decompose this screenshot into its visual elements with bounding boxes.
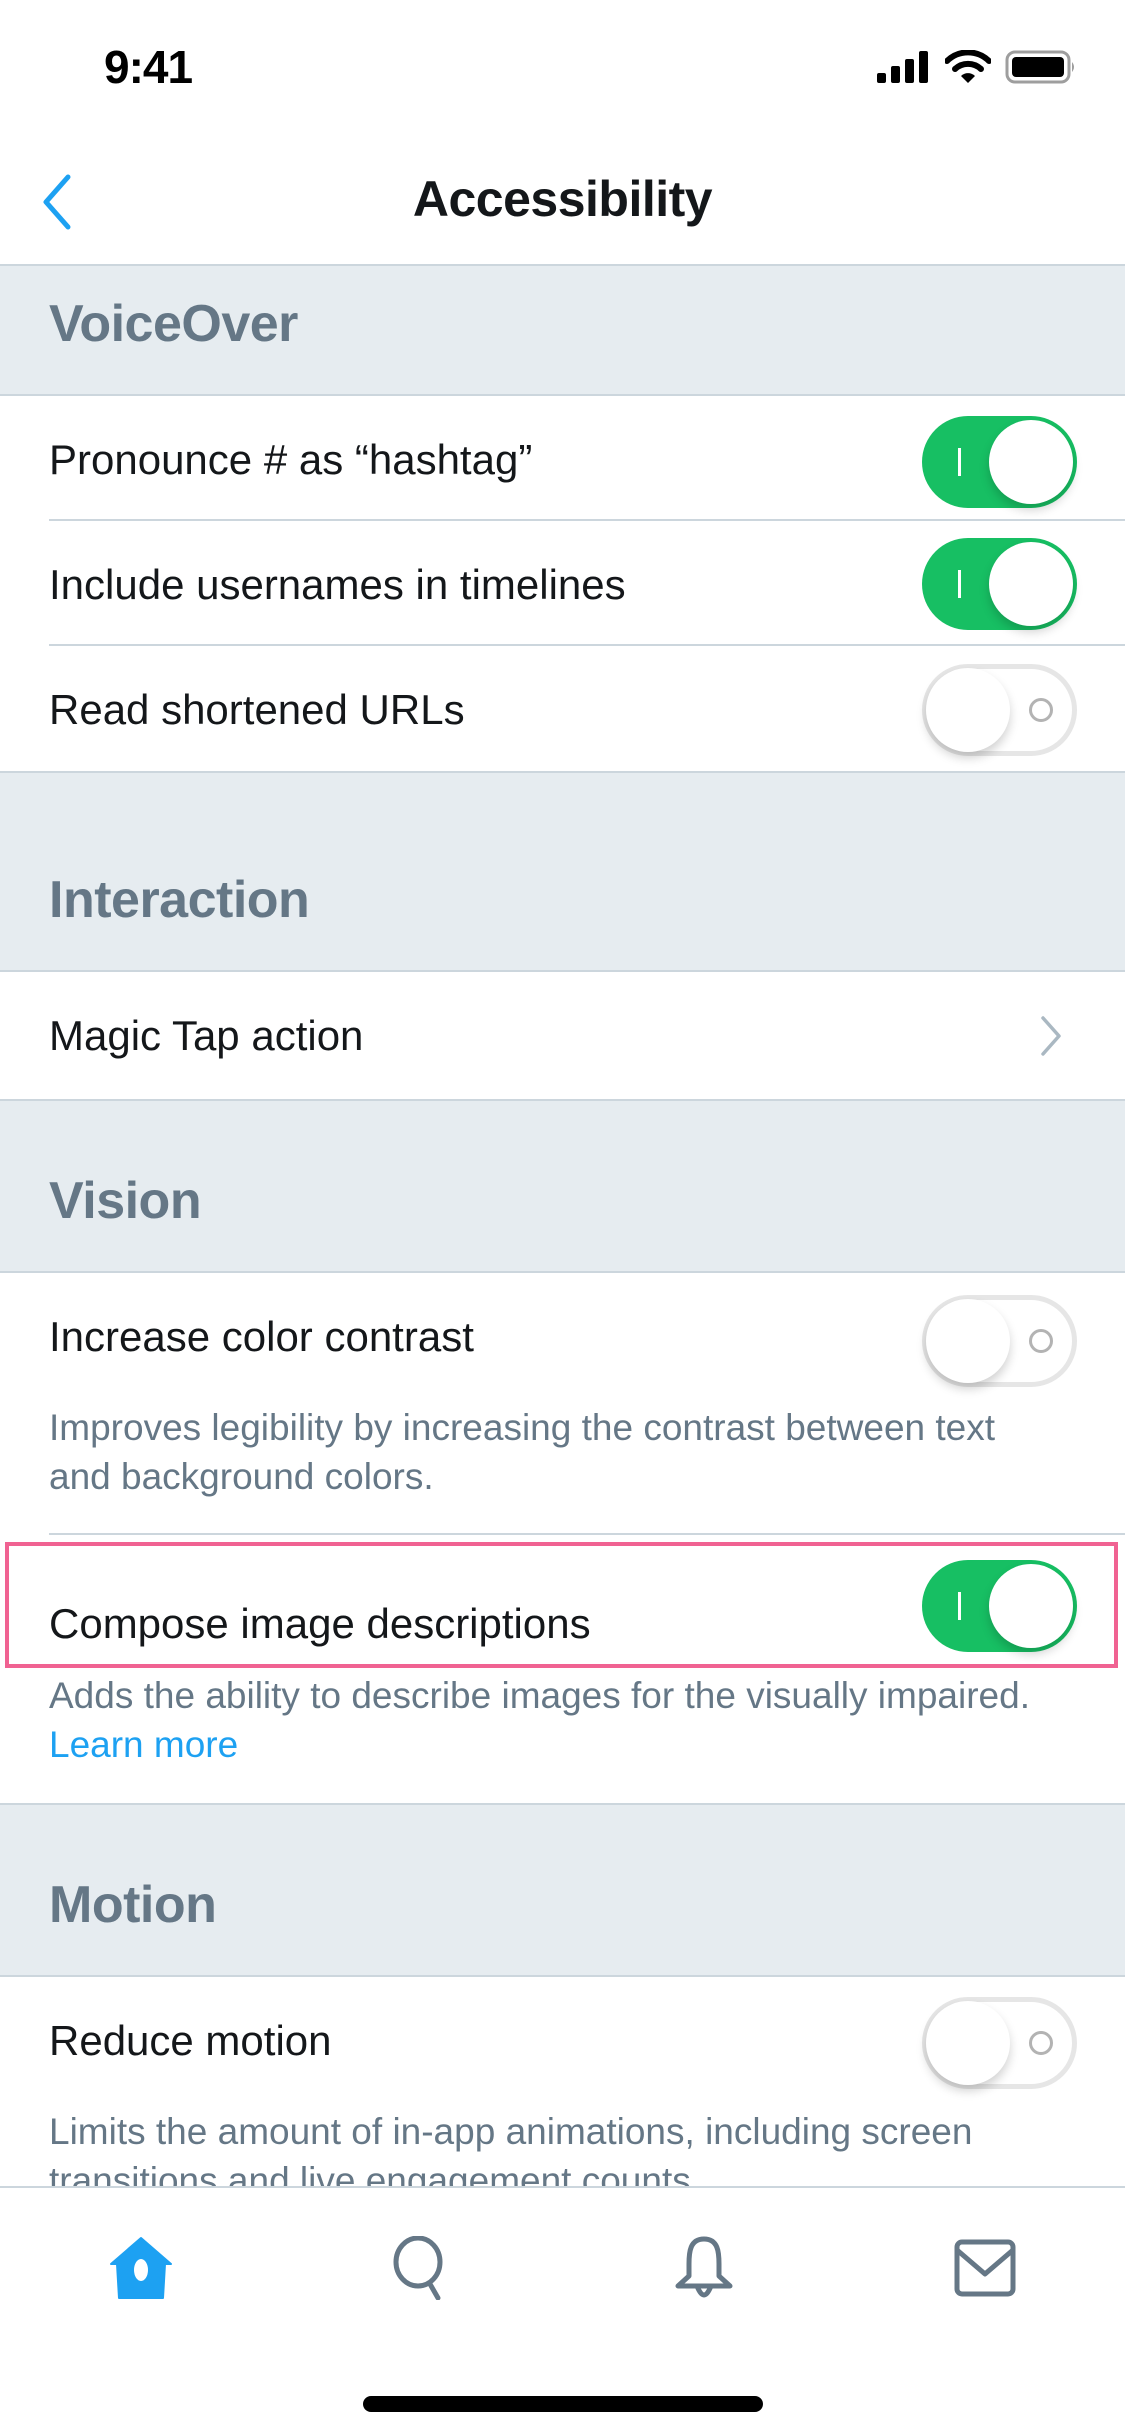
toggle-knob (926, 1299, 1010, 1383)
row-label: Include usernames in timelines (49, 561, 626, 608)
section-title: Motion (49, 1876, 217, 1934)
home-icon (110, 2237, 172, 2299)
row-label: Increase color contrast (49, 1313, 474, 1360)
learn-more-link[interactable]: Learn more (49, 1724, 238, 1765)
status-time: 9:41 (104, 41, 193, 93)
pronounce-hashtag-toggle[interactable] (922, 416, 1077, 508)
row-label: Read shortened URLs (49, 686, 465, 733)
section-title: VoiceOver (49, 295, 298, 353)
wifi-icon (945, 50, 991, 83)
home-indicator (363, 2396, 763, 2412)
toggle-knob (926, 668, 1010, 752)
toggle-on-indicator (958, 570, 961, 598)
tab-search[interactable] (382, 2228, 462, 2308)
toggle-knob (989, 420, 1073, 504)
reduce-motion-toggle[interactable] (922, 1997, 1077, 2089)
toggle-knob (926, 2001, 1010, 2085)
toggle-knob (989, 542, 1073, 626)
section-title: Vision (49, 1172, 202, 1230)
row-include-usernames: Include usernames in timelines (0, 521, 1125, 646)
row-magic-tap-action[interactable]: Magic Tap action (0, 972, 1125, 1099)
increase-color-contrast-toggle[interactable] (922, 1295, 1077, 1387)
mail-icon (954, 2239, 1016, 2297)
row-label: Pronounce # as “hashtag” (49, 436, 533, 483)
tab-messages[interactable] (945, 2228, 1025, 2308)
battery-icon (1005, 50, 1074, 84)
highlight-box (5, 1542, 1118, 1668)
tab-notifications[interactable] (664, 2228, 744, 2308)
section-header-motion: Motion (0, 1803, 1125, 1977)
section-title: Interaction (49, 871, 310, 929)
row-label: Magic Tap action (49, 1012, 364, 1059)
status-icons (877, 50, 1077, 84)
row-read-shortened-urls: Read shortened URLs (0, 646, 1125, 771)
toggle-off-indicator (1029, 698, 1053, 722)
toggle-off-indicator (1029, 2031, 1053, 2055)
row-description: Limits the amount of in-app animations, … (49, 2111, 973, 2186)
chevron-right-icon (1041, 1016, 1061, 1056)
status-bar: 9:41 (0, 0, 1125, 132)
section-header-vision: Vision (0, 1099, 1125, 1273)
cellular-signal-icon (877, 51, 928, 83)
read-shortened-urls-toggle[interactable] (922, 664, 1077, 756)
row-increase-color-contrast: Increase color contrast Improves legibil… (0, 1273, 1125, 1535)
bell-icon (675, 2236, 733, 2298)
row-label: Reduce motion (49, 2017, 332, 2064)
nav-bar: Accessibility (0, 132, 1125, 266)
description-text: Adds the ability to describe images for … (49, 1675, 1030, 1716)
row-description: Improves legibility by increasing the co… (49, 1407, 996, 1497)
page-title: Accessibility (412, 171, 713, 227)
row-pronounce-hashtag: Pronounce # as “hashtag” (0, 396, 1125, 521)
toggle-off-indicator (1029, 1329, 1053, 1353)
section-header-interaction: Interaction (0, 771, 1125, 972)
tab-home[interactable] (101, 2228, 181, 2308)
row-description: Adds the ability to describe images for … (49, 1671, 1049, 1769)
search-icon (393, 2236, 443, 2300)
include-usernames-toggle[interactable] (922, 538, 1077, 630)
row-reduce-motion: Reduce motion Limits the amount of in-ap… (0, 1977, 1125, 2186)
section-header-voiceover: VoiceOver (0, 266, 1125, 396)
toggle-on-indicator (958, 448, 961, 476)
